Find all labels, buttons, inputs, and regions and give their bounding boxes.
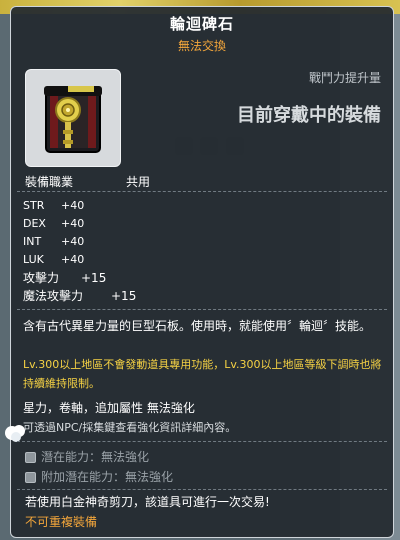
potential-icon (25, 472, 36, 483)
npc-hint: 可透過NPC/採集鍵查看強化資訊詳細內容。 (23, 421, 237, 434)
stat-row: LUK +40 (23, 253, 85, 266)
stat-row: 魔法攻擊力 +15 (23, 289, 137, 303)
item-description: 含有古代異星力量的巨型石板。使用時，就能使用〞輪迴〞技能。 (23, 319, 372, 333)
enhancement-notes: 星力，卷軸，追加屬性 無法強化 可透過NPC/採集鍵查看強化資訊詳細內容。 (23, 399, 385, 437)
equip-job-value: 共用 (126, 175, 151, 189)
divider (17, 489, 387, 490)
item-name: 輪迴碑石 (169, 15, 234, 33)
no-reequip-note: 不可重複裝備 (25, 515, 98, 529)
power-increase-label: 戰鬥力提升量 (308, 71, 381, 85)
stat-row: STR +40 (23, 199, 85, 212)
equip-job-label: 裝備職業 (25, 175, 74, 189)
stat-row: 攻擊力 +15 (23, 271, 107, 285)
divider (17, 441, 387, 442)
potential-icon (25, 452, 36, 463)
stat-row: DEX +40 (23, 217, 85, 230)
stat-row: INT +40 (23, 235, 85, 248)
currently-equipped-label: 目前穿戴中的裝備 (237, 105, 381, 126)
stat-list: STR +40 DEX +40 INT +40 LUK +40 攻擊力 +15 魔法攻擊力… (23, 197, 137, 305)
potential-section: 潛在能力：無法強化 附加潛在能力：無法強化 (25, 447, 173, 487)
enhance-restriction: 星力，卷軸，追加屬性 無法強化 (23, 401, 195, 415)
trade-status: 無法交換 (177, 39, 226, 53)
item-icon-frame (25, 69, 121, 167)
trade-info: 若使用白金神奇剪刀，該道具可進行一次交易! (25, 495, 270, 509)
potential-row: 潛在能力：無法強化 (25, 447, 173, 467)
stone-tablet-icon (44, 86, 102, 153)
divider (17, 309, 387, 310)
cloud-icon (5, 425, 25, 442)
divider (17, 191, 387, 192)
additional-potential-row: 附加潛在能力：無法強化 (25, 467, 173, 487)
level-warning: Lv.300以上地區不會發動道具專用功能，Lv.300以上地區等級下調時也將持續… (23, 358, 382, 390)
item-tooltip: 輪迴碑石 無法交換 戰鬥力提升量 目前穿戴中的裝備 裝備職業 共用 STR +40 (5, 6, 394, 538)
